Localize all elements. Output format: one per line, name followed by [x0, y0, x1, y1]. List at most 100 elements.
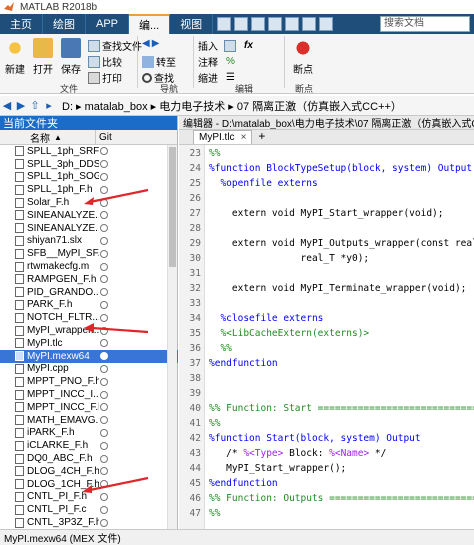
browse-icon[interactable]: ▸ [42, 99, 56, 112]
code-line[interactable]: 39 [179, 386, 474, 401]
file-list-item[interactable]: MPPT_INCC_I... [0, 388, 178, 401]
code-line[interactable]: 27 extern void MyPI_Start_wrapper(void); [179, 206, 474, 221]
new-button[interactable]: 新建 [2, 38, 28, 76]
file-list-item[interactable]: SINEANALYZE... [0, 209, 178, 222]
code-line[interactable]: 38 [179, 371, 474, 386]
find-files-button[interactable]: 查找文件 [88, 38, 142, 53]
cut-icon[interactable] [234, 17, 249, 31]
code-line[interactable]: 24 %function BlockTypeSetup(block, system… [179, 161, 474, 176]
tab-view[interactable]: 视图 [170, 14, 214, 34]
line-number: 40 [189, 403, 201, 414]
code-line[interactable]: 43 /* %<Type> Block: %<Name> */ [179, 446, 474, 461]
code-line[interactable]: 40 %% Function: Start ===================… [179, 401, 474, 416]
code-line[interactable]: 37 %endfunction [179, 356, 474, 371]
file-list-item[interactable]: SPLL_1ph_SOG... [0, 171, 178, 184]
file-list-item[interactable]: CNTL_PI_F.h [0, 491, 178, 504]
print-button[interactable]: 打印 [88, 70, 122, 85]
code-line[interactable]: 31 [179, 266, 474, 281]
file-list-item[interactable]: iPARK_F.h [0, 427, 178, 440]
matlab-logo-icon [4, 2, 14, 11]
back-forward-buttons[interactable]: ◀ ▶ [142, 38, 159, 49]
code-line[interactable]: 28 [179, 221, 474, 236]
insert-button[interactable]: 插入 fx [198, 38, 253, 53]
file-list-item[interactable]: rtwmakecfg.m [0, 260, 178, 273]
code-line[interactable]: 29 extern void MyPI_Outputs_wrapper(cons… [179, 236, 474, 251]
compare-button[interactable]: 比较 [88, 54, 122, 69]
paste-icon[interactable] [268, 17, 283, 31]
fx-icon[interactable]: fx [244, 40, 253, 51]
file-list-item[interactable]: DLOG_4CH_F.h [0, 465, 178, 478]
save-button[interactable]: 保存 [58, 38, 84, 76]
back-icon[interactable]: ◀ [0, 99, 14, 112]
file-list-item[interactable]: SFB__MyPI_SF... [0, 247, 178, 260]
scrollbar-thumb[interactable] [169, 147, 176, 267]
file-list-item[interactable]: MPPT_INCC_F.h [0, 401, 178, 414]
file-list-item[interactable]: MATH_EMAVG... [0, 414, 178, 427]
address-bar[interactable]: ◀ ▶ ⇧ ▸ D: ▸ matalab_box ▸ 电力电子技术 ▸ 07 隔… [0, 96, 474, 116]
redo-icon[interactable] [302, 17, 317, 31]
forward-arrow-icon[interactable]: ▶ [152, 38, 160, 49]
file-list-item[interactable]: MPPT_PNO_F.h [0, 375, 178, 388]
file-list-item[interactable]: PID_GRANDO... [0, 286, 178, 299]
save-icon[interactable] [217, 17, 232, 31]
file-list-item[interactable]: shiyan71.slx [0, 235, 178, 248]
tab-apps[interactable]: APP [86, 14, 130, 34]
tab-home[interactable]: 主页 [0, 14, 43, 34]
file-list-item[interactable]: SPLL_1ph_F.h [0, 183, 178, 196]
file-list-item[interactable]: MyPI.mexw64 [0, 349, 178, 363]
code-line[interactable]: 25 %openfile externs [179, 176, 474, 191]
code-line[interactable]: 26 [179, 191, 474, 206]
file-list-item[interactable]: DQ0_ABC_F.h [0, 452, 178, 465]
code-line[interactable]: 45 %endfunction [179, 476, 474, 491]
code-line[interactable]: 42 %function Start(block, system) Output [179, 431, 474, 446]
file-list-item[interactable]: iCLARKE_F.h [0, 439, 178, 452]
column-name[interactable]: 名称 ▲ [0, 130, 96, 145]
editor-tab-mypi-tlc[interactable]: MyPI.tlc × [193, 130, 253, 144]
code-line[interactable]: 33 [179, 296, 474, 311]
code-area[interactable]: 23%% 24 %function BlockTypeSetup(block, sy… [179, 145, 474, 529]
file-list-item[interactable]: NOTCH_FLTR... [0, 311, 178, 324]
file-list-item[interactable]: DLOG_1CH_F.h [0, 478, 178, 491]
file-list-item[interactable]: Solar_F.h [0, 196, 178, 209]
indent-button[interactable]: 缩进 ☰ [198, 70, 235, 85]
forward-icon[interactable]: ▶ [14, 99, 28, 112]
code-line[interactable]: 44 MyPI_Start_wrapper(); [179, 461, 474, 476]
tab-plots[interactable]: 绘图 [43, 14, 86, 34]
close-tab-icon[interactable]: × [241, 132, 247, 143]
editor-panel: 编辑器 - D:\matalab_box\电力电子技术\07 隔离正激（仿真嵌入… [179, 116, 474, 529]
code-line[interactable]: 32 extern void MyPI_Terminate_wrapper(vo… [179, 281, 474, 296]
column-git[interactable]: Git [96, 132, 112, 143]
comment-button[interactable]: 注释 % [198, 54, 235, 69]
open-button[interactable]: 打开 [30, 38, 56, 76]
help-icon[interactable] [319, 17, 334, 31]
add-tab-icon[interactable]: + [258, 129, 265, 144]
up-folder-icon[interactable]: ⇧ [28, 99, 42, 112]
file-list-item[interactable]: MyPI_wrapper... [0, 324, 178, 337]
code-line[interactable]: 46 %% Function: Outputs =================… [179, 491, 474, 506]
code-line[interactable]: 41%% [179, 416, 474, 431]
search-docs-input[interactable]: 搜索文档 [380, 16, 470, 32]
file-list-item[interactable]: CNTL_PI_F.c [0, 503, 178, 516]
code-line[interactable]: 30 real_T *y0); [179, 251, 474, 266]
code-line[interactable]: 47%% [179, 506, 474, 521]
file-list-item[interactable]: CNTL_3P3Z_F.h [0, 516, 178, 529]
code-line[interactable]: 23%% [179, 146, 474, 161]
file-list-item[interactable]: SPLL_3ph_DDS... [0, 158, 178, 171]
file-list-item[interactable]: SPLL_1ph_SRF... [0, 145, 178, 158]
back-arrow-icon[interactable]: ◀ [142, 38, 150, 49]
tab-editor[interactable]: 编... [129, 14, 171, 34]
code-line[interactable]: 34 %closefile externs [179, 311, 474, 326]
file-list-item[interactable]: PARK_F.h [0, 299, 178, 312]
file-list-item[interactable]: RAMPGEN_F.h [0, 273, 178, 286]
code-line[interactable]: 35 %<LibCacheExtern(externs)> [179, 326, 474, 341]
undo-icon[interactable] [285, 17, 300, 31]
file-list-scrollbar[interactable] [167, 145, 177, 529]
file-list-item[interactable]: SINEANALYZE... [0, 222, 178, 235]
code-line[interactable]: 36 %% [179, 341, 474, 356]
goto-button[interactable]: 转至 [142, 54, 176, 69]
file-list-item[interactable]: MyPI.tlc [0, 337, 178, 350]
breakpoints-button[interactable]: 断点 [288, 38, 318, 76]
file-list-item[interactable]: MyPI.cpp [0, 363, 178, 376]
copy-icon[interactable] [251, 17, 266, 31]
current-path[interactable]: D: ▸ matalab_box ▸ 电力电子技术 ▸ 07 隔离正激（仿真嵌入… [62, 98, 402, 114]
